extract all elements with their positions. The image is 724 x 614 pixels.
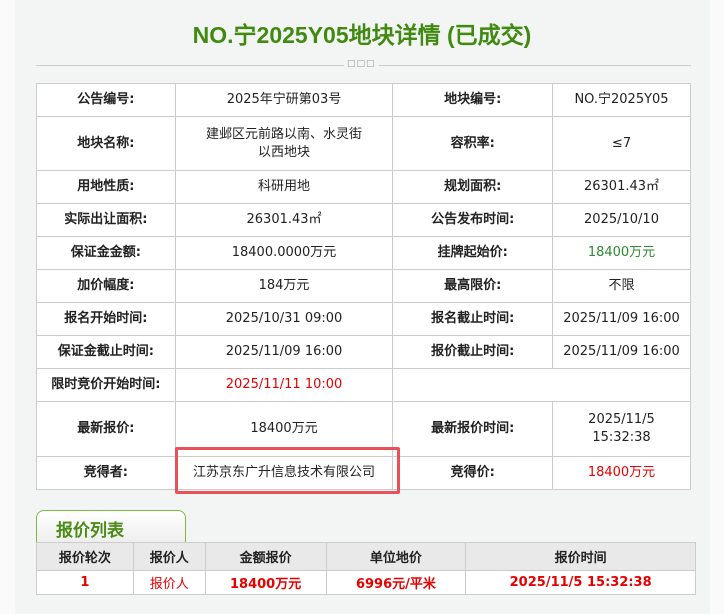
label: 公告发布时间: — [392, 203, 554, 237]
bid-amount: 18400万元 — [204, 570, 327, 595]
value: 184万元 — [174, 269, 394, 303]
label: 挂牌起始价: — [392, 236, 554, 270]
winning-price: 18400万元 — [552, 456, 691, 490]
unit-price: 6996元/平米 — [325, 570, 467, 595]
winner-highlight-box — [175, 447, 400, 494]
label: 限时竞价开始时间: — [36, 368, 176, 402]
label: 报名开始时间: — [36, 302, 176, 336]
label: 竞得价: — [392, 456, 554, 490]
tab-bid-list[interactable]: 报价列表 — [36, 510, 186, 542]
page-title: NO.宁2025Y05地块详情 (已成交) — [192, 22, 532, 48]
table-row: 1 报价人 18400万元 6996元/平米 2025/11/5 15:32:3… — [36, 570, 696, 595]
label: 实际出让面积: — [36, 203, 176, 237]
label: 用地性质: — [36, 170, 176, 204]
label: 最新报价时间: — [392, 401, 554, 457]
label: 保证金金额: — [36, 236, 176, 270]
value: 26301.43㎡ — [174, 203, 394, 237]
label: 规划面积: — [392, 170, 554, 204]
value: 2025/10/31 09:00 — [174, 302, 394, 336]
label: 最高限价: — [392, 269, 554, 303]
column-header: 报价时间 — [465, 542, 696, 571]
divider-ornament: □□□ — [344, 59, 379, 69]
value: 2025/11/5 15:32:38 — [552, 401, 691, 457]
label: 最新报价: — [36, 401, 176, 457]
column-header: 金额报价 — [204, 542, 327, 571]
value: 26301.43㎡ — [552, 170, 691, 204]
value: 不限 — [552, 269, 691, 303]
table-row: 保证金金额: 18400.0000万元 挂牌起始价: 18400万元 — [36, 236, 691, 270]
table-row: 加价幅度: 184万元 最高限价: 不限 — [36, 269, 691, 303]
value: 18400.0000万元 — [174, 236, 394, 270]
table-row: 地块名称: 建邺区元前路以南、水灵街以西地块 容积率: ≤7 — [36, 116, 691, 171]
table-header: 报价轮次 报价人 金额报价 单位地价 报价时间 — [36, 542, 696, 571]
label: 报名截止时间: — [392, 302, 554, 336]
column-header: 报价人 — [132, 542, 206, 571]
label: 公告编号: — [36, 83, 176, 117]
value: 2025/11/09 16:00 — [174, 335, 394, 369]
land-info-table: 公告编号: 2025年宁研第03号 地块编号: NO.宁2025Y05 地块名称: 建邺… — [36, 83, 691, 490]
value: 2025/11/09 16:00 — [552, 335, 691, 369]
value: 2025/10/10 — [552, 203, 691, 237]
bidder: 报价人 — [132, 570, 206, 595]
table-row: 保证金截止时间: 2025/11/09 16:00 报价截止时间: 2025/11/0… — [36, 335, 691, 369]
empty-cell — [392, 368, 691, 402]
value: 科研用地 — [174, 170, 394, 204]
table-row: 用地性质: 科研用地 规划面积: 26301.43㎡ — [36, 170, 691, 204]
table-row: 报名开始时间: 2025/10/31 09:00 报名截止时间: 2025/11/09… — [36, 302, 691, 336]
column-header: 单位地价 — [325, 542, 467, 571]
starting-price: 18400万元 — [552, 236, 691, 270]
label: 竞得者: — [36, 456, 176, 490]
label: 地块编号: — [392, 83, 554, 117]
table-row: 实际出让面积: 26301.43㎡ 公告发布时间: 2025/10/10 — [36, 203, 691, 237]
value: ≤7 — [552, 116, 691, 171]
bid-list-table: 报价轮次 报价人 金额报价 单位地价 报价时间 1 报价人 18400万元 69… — [36, 542, 696, 595]
bid-time: 2025/11/5 15:32:38 — [465, 570, 696, 595]
value: 建邺区元前路以南、水灵街以西地块 — [174, 116, 394, 171]
label: 报价截止时间: — [392, 335, 554, 369]
value: 2025年宁研第03号 — [174, 83, 394, 117]
bid-round: 1 — [36, 570, 134, 595]
label: 保证金截止时间: — [36, 335, 176, 369]
column-header: 报价轮次 — [36, 542, 134, 571]
label: 容积率: — [392, 116, 554, 171]
label: 地块名称: — [36, 116, 176, 171]
label: 加价幅度: — [36, 269, 176, 303]
table-row: 限时竞价开始时间: 2025/11/11 10:00 — [36, 368, 691, 402]
bidding-start-time: 2025/11/11 10:00 — [174, 368, 394, 402]
value: NO.宁2025Y05 — [552, 83, 691, 117]
table-row: 公告编号: 2025年宁研第03号 地块编号: NO.宁2025Y05 — [36, 83, 691, 117]
value: 2025/11/09 16:00 — [552, 302, 691, 336]
